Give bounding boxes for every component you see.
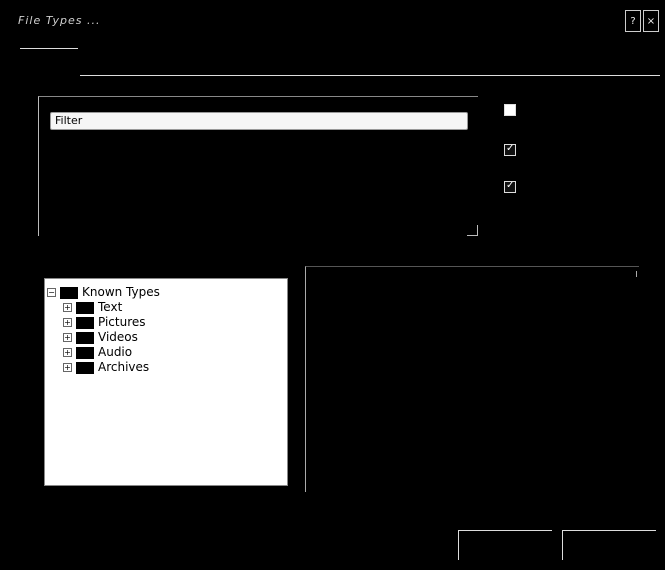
- tree-root[interactable]: − Known Types: [47, 285, 160, 300]
- tree-item[interactable]: + Text: [47, 300, 160, 315]
- tree-item-label: Text: [98, 300, 123, 314]
- tab-underline: [20, 48, 78, 49]
- details-panel: [305, 266, 639, 492]
- option-checkbox-1[interactable]: [504, 104, 516, 116]
- expand-icon[interactable]: +: [63, 348, 72, 357]
- cancel-button[interactable]: [562, 530, 656, 560]
- ok-button[interactable]: [458, 530, 552, 560]
- tree-item-label: Audio: [98, 345, 133, 359]
- header-separator: [80, 75, 660, 76]
- title-bar: File Types ... ? ×: [0, 0, 665, 48]
- collapse-icon[interactable]: −: [47, 288, 56, 297]
- option-checkbox-2[interactable]: [504, 143, 516, 156]
- option-checkbox-3[interactable]: [504, 180, 516, 193]
- tree-list: − Known Types + Text + Pictures + Videos…: [47, 285, 160, 375]
- panel-corner-mark: [636, 271, 637, 277]
- expand-icon[interactable]: +: [63, 318, 72, 327]
- folder-icon: [60, 286, 78, 299]
- tree-item[interactable]: + Audio: [47, 345, 160, 360]
- file-types-tree[interactable]: − Known Types + Text + Pictures + Videos…: [44, 278, 288, 486]
- tree-item[interactable]: + Pictures: [47, 315, 160, 330]
- window-title: File Types ...: [18, 14, 101, 27]
- folder-icon: [76, 331, 94, 344]
- close-button[interactable]: ×: [643, 10, 659, 32]
- expand-icon[interactable]: +: [63, 333, 72, 342]
- window-controls: ? ×: [625, 10, 659, 32]
- expand-icon[interactable]: +: [63, 303, 72, 312]
- tree-item-label: Videos: [98, 330, 138, 344]
- filter-combo[interactable]: Filter: [50, 112, 468, 130]
- folder-icon: [76, 301, 94, 314]
- expand-icon[interactable]: +: [63, 363, 72, 372]
- help-button[interactable]: ?: [625, 10, 641, 32]
- tree-item-label: Archives: [98, 360, 150, 374]
- tree-item[interactable]: + Videos: [47, 330, 160, 345]
- tree-item-label: Pictures: [98, 315, 146, 329]
- tree-root-label: Known Types: [82, 285, 160, 299]
- tree-item[interactable]: + Archives: [47, 360, 160, 375]
- folder-icon: [76, 346, 94, 359]
- folder-icon: [76, 361, 94, 374]
- group-corner: [467, 225, 478, 236]
- folder-icon: [76, 316, 94, 329]
